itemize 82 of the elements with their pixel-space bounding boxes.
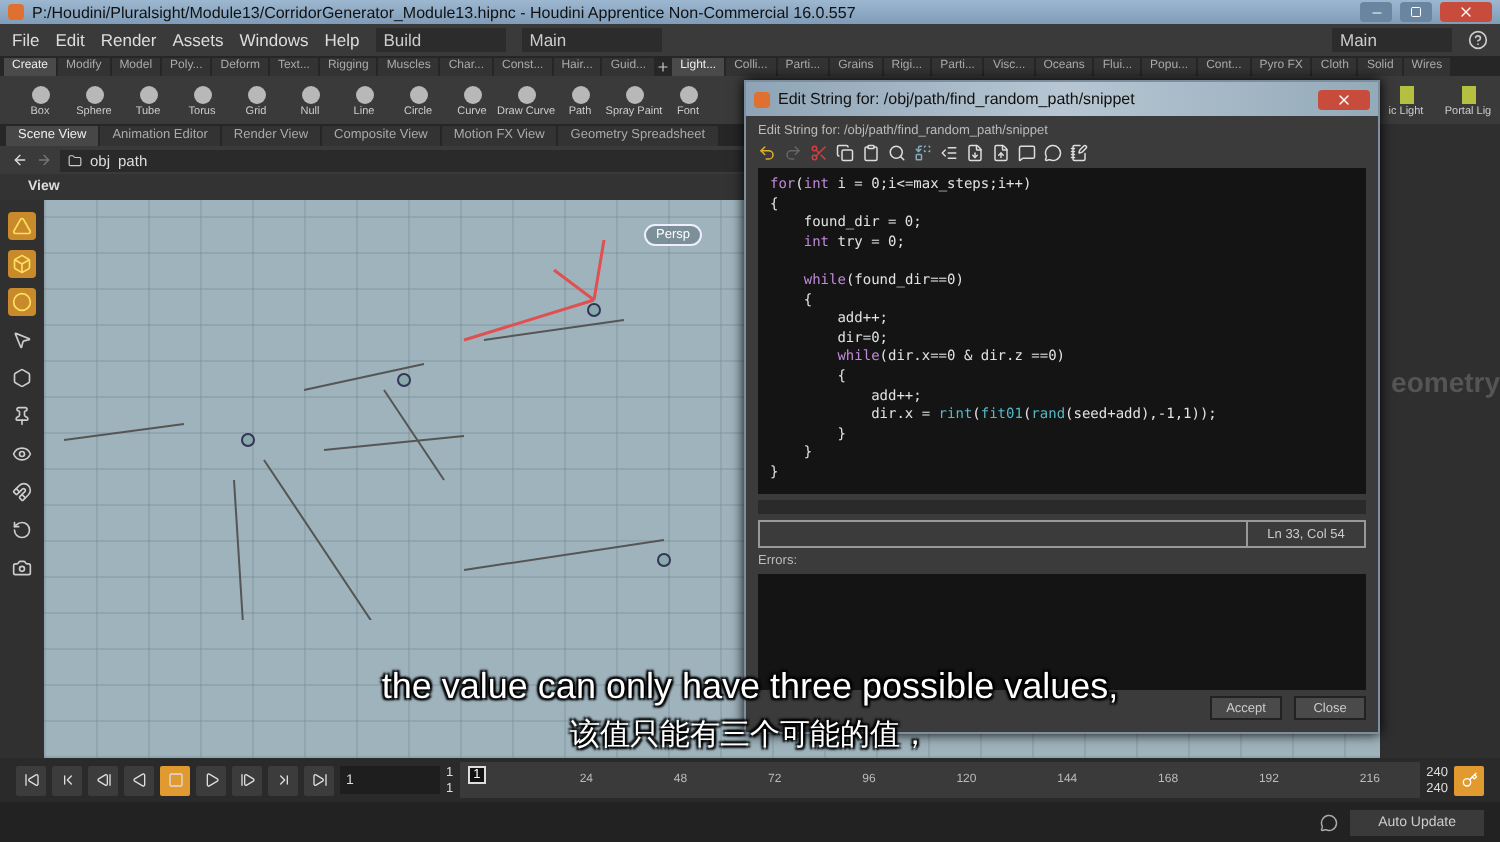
desktop-dropdown[interactable]: Build <box>375 28 506 52</box>
forward-icon <box>36 152 52 168</box>
close-icon <box>1458 4 1474 20</box>
shape-icon <box>12 216 32 236</box>
chat-icon <box>1320 813 1339 831</box>
sphere-icon <box>191 83 213 105</box>
key-icon <box>1461 772 1477 788</box>
menu-item[interactable]: File <box>12 30 40 50</box>
folder-icon <box>68 153 82 167</box>
notebook-icon[interactable] <box>1070 144 1088 162</box>
menu-item[interactable]: Assets <box>172 30 224 50</box>
main-dropdown[interactable]: Main <box>521 28 662 52</box>
maximize-icon <box>1410 6 1422 18</box>
view-icon <box>12 444 32 464</box>
sphere-icon <box>623 83 645 105</box>
menu-item[interactable]: Edit <box>55 30 85 50</box>
app-icon <box>754 91 770 107</box>
app-icon <box>8 4 24 20</box>
sphere-icon <box>461 83 483 105</box>
copy-icon[interactable] <box>836 144 854 162</box>
help-icon <box>1468 30 1488 50</box>
rotate-icon <box>12 520 32 540</box>
replace-icon[interactable] <box>914 144 932 162</box>
playback-button[interactable] <box>16 765 46 795</box>
sphere-icon <box>677 83 699 105</box>
close-icon <box>1336 91 1352 107</box>
menu-item[interactable]: Windows <box>239 30 309 50</box>
sphere-icon <box>29 83 51 105</box>
previous-key-icon <box>59 772 75 788</box>
sphere-icon <box>353 83 375 105</box>
pin-icon <box>12 406 32 426</box>
skip-back-icon <box>23 772 39 788</box>
sphere-icon <box>137 83 159 105</box>
light-icon <box>1457 83 1479 105</box>
maximize-button[interactable] <box>1400 2 1432 22</box>
circle-icon <box>12 292 32 312</box>
playback-button[interactable] <box>160 765 190 795</box>
pointer-icon <box>12 330 32 350</box>
playback-button[interactable] <box>268 765 298 795</box>
back-icon <box>12 152 28 168</box>
key-button[interactable] <box>1454 765 1484 795</box>
file-down-icon[interactable] <box>966 144 984 162</box>
paste-icon[interactable] <box>862 144 880 162</box>
playback-button[interactable] <box>304 765 334 795</box>
camera-icon <box>12 558 32 578</box>
next-key-icon <box>275 772 291 788</box>
file-up-icon[interactable] <box>992 144 1010 162</box>
tool-button[interactable] <box>8 478 36 506</box>
undo-icon[interactable] <box>758 144 776 162</box>
sphere-icon <box>83 83 105 105</box>
handle-icon <box>12 368 32 388</box>
playback-button[interactable] <box>52 765 82 795</box>
uncomment-icon[interactable] <box>1044 144 1062 162</box>
indent-icon[interactable] <box>940 144 958 162</box>
box-icon <box>12 254 32 274</box>
sphere-icon <box>569 83 591 105</box>
tool-button[interactable] <box>8 516 36 544</box>
stop-icon <box>167 772 183 788</box>
window-title: P:/Houdini/Pluralsight/Module13/CorridorGenerator_Module13.hipnc - Houdini Apprentice Non-Commercial 16.0.557 <box>32 3 858 21</box>
step-forward-icon <box>239 772 255 788</box>
sphere-icon <box>515 83 537 105</box>
sphere-icon <box>407 83 429 105</box>
sphere-icon <box>245 83 267 105</box>
menu-item[interactable]: Render <box>100 30 157 50</box>
comment-icon[interactable] <box>1018 144 1036 162</box>
skip-forward-icon <box>311 772 327 788</box>
playback-button[interactable] <box>232 765 262 795</box>
tool-button[interactable] <box>8 364 36 392</box>
dialog-title: Edit String for: /obj/path/find_random_path/snippet <box>778 90 1137 108</box>
main-dropdown[interactable]: Main <box>1332 28 1452 52</box>
play-reverse-icon <box>131 772 147 788</box>
step-back-icon <box>95 772 111 788</box>
play-icon <box>203 772 219 788</box>
playback-button[interactable] <box>196 765 226 795</box>
magnet-icon <box>12 482 32 502</box>
sphere-icon <box>299 83 321 105</box>
playback-button[interactable] <box>124 765 154 795</box>
light-icon <box>1395 83 1417 105</box>
add-icon <box>656 59 671 73</box>
playback-button[interactable] <box>88 765 118 795</box>
menu-item[interactable]: Help <box>324 30 360 50</box>
search-icon[interactable] <box>888 144 906 162</box>
